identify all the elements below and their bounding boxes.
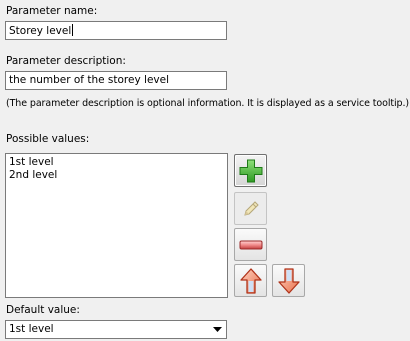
arrow-down-icon: [277, 267, 300, 294]
possible-values-label: Possible values:: [6, 133, 90, 145]
remove-value-button[interactable]: [234, 228, 267, 261]
plus-icon: [239, 159, 262, 182]
arrow-up-icon: [239, 267, 262, 294]
parameter-name-value: Storey level: [9, 25, 72, 37]
minus-icon: [239, 240, 262, 249]
dropdown-arrow-icon[interactable]: [209, 321, 226, 338]
text-caret: [72, 24, 74, 36]
pencil-icon: [243, 200, 259, 216]
move-down-button[interactable]: [272, 264, 305, 297]
possible-values-list[interactable]: 1st level 2nd level: [5, 153, 228, 298]
list-item[interactable]: 2nd level: [9, 169, 224, 182]
parameter-description-field[interactable]: the number of the storey level: [5, 71, 227, 90]
list-item[interactable]: 1st level: [9, 156, 224, 169]
parameter-description-label: Parameter description:: [6, 55, 126, 67]
default-value-label: Default value:: [6, 304, 80, 316]
parameter-description-hint: (The parameter description is optional i…: [6, 98, 409, 109]
edit-value-button[interactable]: [234, 192, 267, 225]
default-value-select[interactable]: 1st level: [5, 320, 227, 339]
default-value-text: 1st level: [9, 323, 54, 335]
parameter-description-value: the number of the storey level: [9, 74, 169, 86]
parameter-name-label: Parameter name:: [6, 5, 98, 17]
move-up-button[interactable]: [234, 264, 267, 297]
parameter-name-field[interactable]: Storey level: [5, 21, 227, 40]
add-value-button[interactable]: [234, 154, 267, 187]
